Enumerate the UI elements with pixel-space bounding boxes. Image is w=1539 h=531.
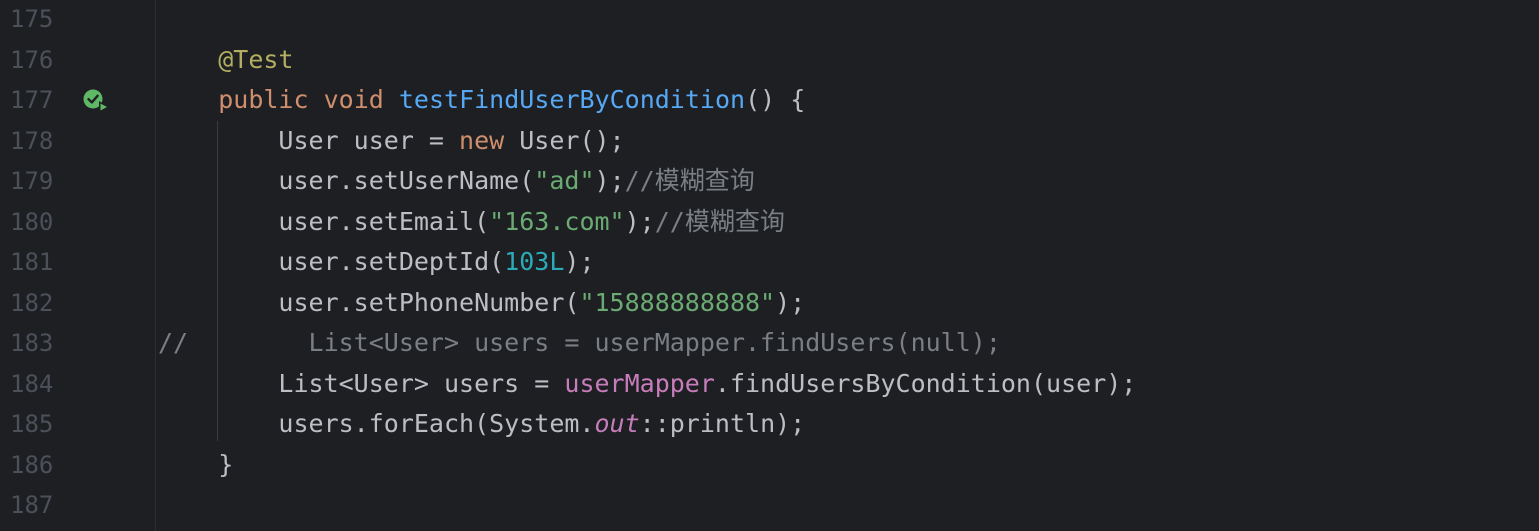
code-line[interactable]: 176 @Test: [0, 40, 1539, 81]
line-number: 176: [10, 45, 54, 74]
line-number: 183: [10, 329, 54, 357]
code-line[interactable]: 185 users.forEach(System.out::println);: [0, 404, 1539, 445]
code-text: // List<User> users = userMapper.findUse…: [158, 323, 1001, 364]
code-line[interactable]: 179 user.setUserName("ad");//模糊查询: [0, 161, 1539, 202]
code-token: testFindUserByCondition: [398, 85, 746, 114]
code-token: 103L: [504, 247, 565, 276]
code-editor[interactable]: 175 176 @Test 177 public void testFindUser…: [0, 0, 1539, 531]
line-number: 187: [10, 491, 54, 519]
code-line[interactable]: 177 public void testFindUserByCondition(…: [0, 80, 1539, 121]
code-token: user.setEmail(: [158, 206, 490, 236]
line-number: 177: [10, 86, 54, 114]
code-token: // List<User> users = userMapper.findUse…: [158, 328, 1001, 357]
code-token: }: [158, 449, 234, 479]
code-token: @Test: [218, 44, 294, 74]
code-token: List<User> users =: [158, 368, 565, 398]
code-line[interactable]: 182 user.setPhoneNumber("15888888888");: [0, 283, 1539, 324]
code-token: public: [218, 85, 309, 114]
code-text: user.setEmail("163.com");//模糊查询: [158, 202, 785, 243]
code-line[interactable]: 183 // List<User> users = userMapper.find…: [0, 323, 1539, 364]
code-token: );: [775, 287, 806, 317]
line-number: 182: [10, 288, 54, 317]
line-number: 175: [10, 5, 54, 33]
code-text: user.setPhoneNumber("15888888888");: [158, 283, 805, 324]
code-text: users.forEach(System.out::println);: [158, 404, 805, 445]
code-token: new: [459, 125, 505, 155]
code-text: user.setUserName("ad");//模糊查询: [158, 161, 755, 202]
code-text: List<User> users = userMapper.findUsersB…: [158, 364, 1136, 405]
code-token: "15888888888": [579, 287, 776, 317]
code-line[interactable]: 186 }: [0, 445, 1539, 486]
code-token: User user =: [158, 125, 460, 155]
code-token: );: [624, 206, 655, 236]
code-token: out: [594, 409, 640, 438]
code-token: user.setUserName(: [158, 166, 535, 195]
code-line[interactable]: 178 User user = new User();: [0, 121, 1539, 162]
code-text: @Test: [158, 40, 293, 81]
code-token: .findUsersByCondition(user);: [714, 368, 1137, 398]
code-text: public void testFindUserByCondition() {: [158, 80, 805, 121]
line-number: 181: [10, 248, 54, 276]
code-token: void: [323, 85, 384, 114]
line-number: 184: [10, 369, 54, 398]
line-number: 185: [10, 410, 54, 438]
code-token: //模糊查询: [624, 166, 755, 195]
code-token: "ad": [534, 166, 595, 195]
line-number: 186: [10, 450, 54, 479]
code-token: );: [564, 247, 595, 276]
code-text: }: [158, 445, 233, 486]
code-line[interactable]: 180 user.setEmail("163.com");//模糊查询: [0, 202, 1539, 243]
code-line[interactable]: 181 user.setDeptId(103L);: [0, 242, 1539, 283]
line-number: 180: [10, 207, 54, 236]
line-number: 179: [10, 167, 54, 195]
code-text: User user = new User();: [158, 121, 625, 162]
code-token: );: [594, 166, 625, 195]
code-token: userMapper: [564, 368, 715, 398]
code-token: ::println);: [639, 409, 806, 438]
code-token: () {: [745, 85, 806, 114]
line-number: 178: [10, 126, 54, 155]
code-token: users.forEach(System.: [158, 409, 595, 438]
code-line[interactable]: 187: [0, 485, 1539, 526]
code-token: User();: [504, 125, 625, 155]
run-test-passed-icon[interactable]: [82, 88, 112, 114]
code-token: "163.com": [489, 206, 625, 236]
code-token: user.setPhoneNumber(: [158, 287, 580, 317]
code-token: user.setDeptId(: [158, 247, 505, 276]
code-token: //模糊查询: [654, 206, 785, 236]
code-line[interactable]: 184 List<User> users = userMapper.findUs…: [0, 364, 1539, 405]
code-line[interactable]: 175: [0, 0, 1539, 40]
code-text: user.setDeptId(103L);: [158, 242, 595, 283]
